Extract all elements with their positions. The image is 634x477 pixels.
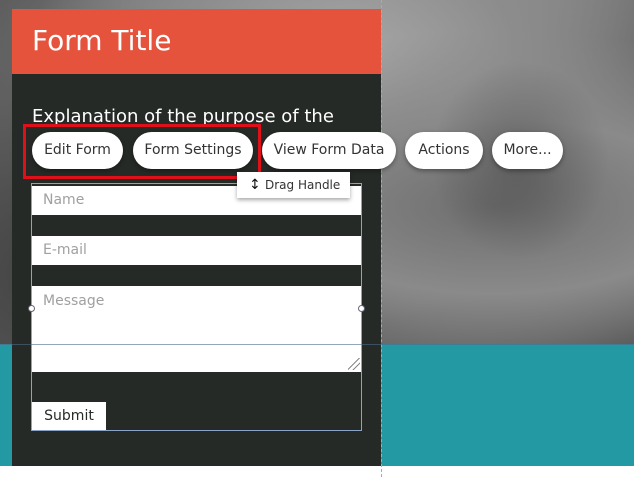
form-header: Form Title: [12, 9, 381, 74]
actions-button[interactable]: Actions: [405, 132, 483, 169]
resize-handle-left[interactable]: [28, 305, 35, 312]
resize-handle-right[interactable]: [358, 305, 365, 312]
form-selection-outline: [31, 183, 362, 431]
form-title: Form Title: [32, 24, 172, 57]
view-form-data-button[interactable]: View Form Data: [262, 132, 396, 169]
drag-handle[interactable]: ↕ Drag Handle: [237, 172, 350, 198]
page-bottom: [0, 466, 634, 477]
vertical-guide-line: [381, 0, 382, 477]
horizontal-guide-line: [0, 344, 634, 345]
highlight-annotation: [23, 124, 261, 179]
vertical-arrows-icon: ↕: [249, 177, 261, 193]
drag-handle-label: Drag Handle: [265, 178, 341, 192]
more-button[interactable]: More...: [492, 132, 563, 169]
